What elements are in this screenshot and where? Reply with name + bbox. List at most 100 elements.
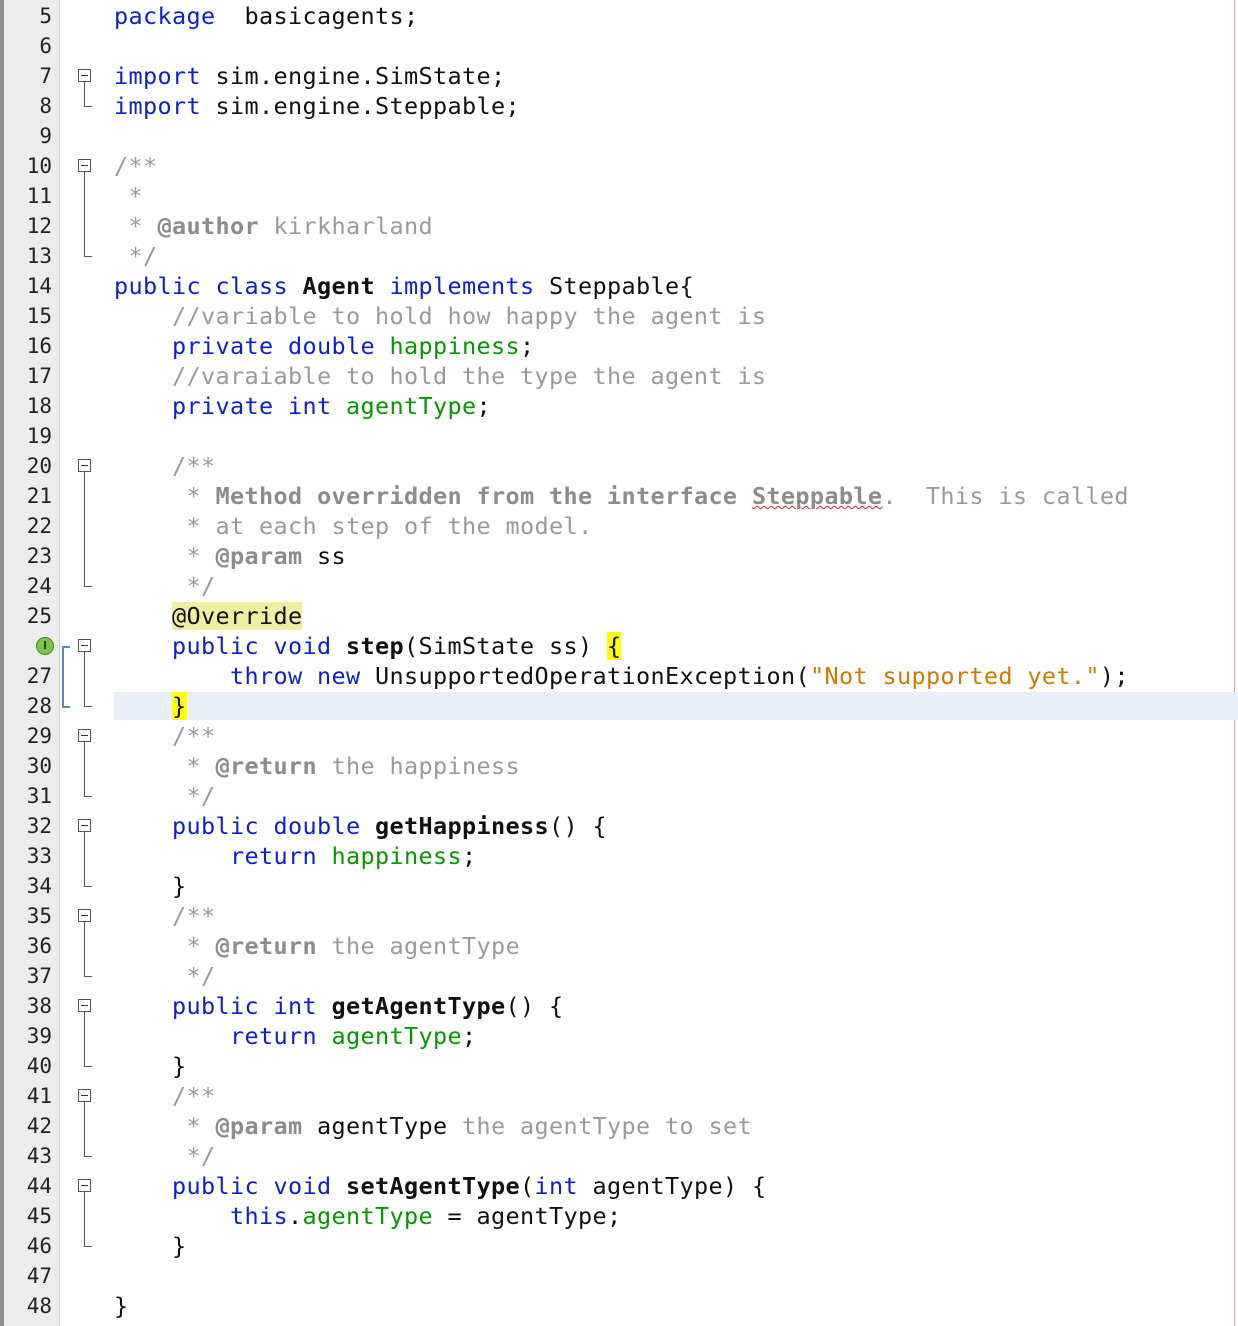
code-line[interactable]: 21 * Method overridden from the interfac… (0, 481, 1238, 511)
code-text[interactable]: public void step(SimState ss) { (114, 631, 622, 661)
code-text[interactable]: //varaiable to hold the type the agent i… (114, 361, 766, 391)
code-line[interactable]: 28 } (0, 691, 1238, 721)
code-text[interactable]: } (114, 1291, 129, 1321)
code-text[interactable]: } (114, 1051, 187, 1081)
code-line[interactable]: 13 */ (0, 241, 1238, 271)
code-text[interactable]: public void setAgentType(int agentType) … (114, 1171, 766, 1201)
code-text[interactable]: } (114, 691, 187, 721)
code-line[interactable]: 9 (0, 121, 1238, 151)
code-line[interactable]: 41 /** (0, 1081, 1238, 1111)
collapse-fold-icon[interactable] (78, 459, 91, 472)
collapse-fold-icon[interactable] (78, 999, 91, 1012)
code-line[interactable]: 35 /** (0, 901, 1238, 931)
code-line[interactable]: 42 * @param agentType the agentType to s… (0, 1111, 1238, 1141)
code-line[interactable]: 22 * at each step of the model. (0, 511, 1238, 541)
code-line[interactable]: 19 (0, 421, 1238, 451)
code-line[interactable]: 12 * @author kirkharland (0, 211, 1238, 241)
code-text[interactable]: * @return the happiness (114, 751, 520, 781)
code-line[interactable]: 40 } (0, 1051, 1238, 1081)
code-line[interactable]: 34 } (0, 871, 1238, 901)
collapse-fold-icon[interactable] (78, 1179, 91, 1192)
collapse-fold-icon[interactable] (78, 729, 91, 742)
code-line[interactable]: 10 /** (0, 151, 1238, 181)
code-line[interactable]: 43 */ (0, 1141, 1238, 1171)
code-text[interactable]: */ (114, 961, 216, 991)
code-text[interactable]: } (114, 871, 187, 901)
code-line[interactable]: 46 } (0, 1231, 1238, 1261)
code-line[interactable]: 36 * @return the agentType (0, 931, 1238, 961)
collapse-fold-icon[interactable] (78, 819, 91, 832)
collapse-fold-icon[interactable] (78, 639, 91, 652)
code-text[interactable]: this.agentType = agentType; (114, 1201, 621, 1231)
code-text[interactable]: public int getAgentType() { (114, 991, 563, 1021)
code-text[interactable]: return agentType; (114, 1021, 476, 1051)
code-text[interactable]: private int agentType; (114, 391, 491, 421)
code-text[interactable]: public class Agent implements Steppable{ (114, 271, 694, 301)
code-line[interactable]: 48} (0, 1291, 1238, 1321)
code-text[interactable]: /** (114, 901, 216, 931)
code-line[interactable]: 47 (0, 1261, 1238, 1291)
code-text[interactable]: */ (114, 241, 158, 271)
code-text[interactable]: package basicagents; (114, 1, 418, 31)
code-text[interactable]: return happiness; (114, 841, 476, 871)
code-line[interactable]: 11 * (0, 181, 1238, 211)
code-line[interactable]: 7 import sim.engine.SimState; (0, 61, 1238, 91)
code-editor[interactable]: 5 package basicagents; 6 7 import sim.engine… (0, 0, 1238, 1326)
code-line[interactable]: 6 (0, 31, 1238, 61)
code-text[interactable]: */ (114, 571, 216, 601)
code-line[interactable]: 14 public class Agent implements Steppabl… (0, 271, 1238, 301)
code-text[interactable]: private double happiness; (114, 331, 534, 361)
code-text[interactable]: import sim.engine.Steppable; (114, 91, 520, 121)
collapse-fold-icon[interactable] (78, 69, 91, 82)
code-text[interactable]: } (114, 1231, 187, 1261)
code-text[interactable]: * @author kirkharland (114, 211, 433, 241)
code-text[interactable]: * @param agentType the agentType to set (114, 1111, 752, 1141)
code-line[interactable]: 31 */ (0, 781, 1238, 811)
code-line[interactable]: 33 return happiness; (0, 841, 1238, 871)
code-line[interactable]: 30 * @return the happiness (0, 751, 1238, 781)
code-line[interactable]: 44 public void setAgentType(int agentTyp… (0, 1171, 1238, 1201)
code-line[interactable]: 45 this.agentType = agentType; (0, 1201, 1238, 1231)
code-text[interactable]: public double getHappiness() { (114, 811, 607, 841)
code-text[interactable]: */ (114, 781, 216, 811)
implements-method-icon[interactable]: I (36, 637, 54, 655)
code-text[interactable]: throw new UnsupportedOperationException(… (114, 661, 1129, 691)
code-line[interactable]: public void step(SimState ss) { (0, 631, 1238, 661)
code-line[interactable]: 38 public int getAgentType() { (0, 991, 1238, 1021)
code-line[interactable]: 29 /** (0, 721, 1238, 751)
code-text[interactable]: * @param ss (114, 541, 346, 571)
code-text[interactable]: */ (114, 1141, 216, 1171)
code-line[interactable]: 23 * @param ss (0, 541, 1238, 571)
collapse-fold-icon[interactable] (78, 909, 91, 922)
collapse-fold-icon[interactable] (78, 159, 91, 172)
code-text[interactable]: //variable to hold how happy the agent i… (114, 301, 766, 331)
code-text[interactable]: * Method overridden from the interface S… (114, 481, 1129, 511)
code-line[interactable]: 8 import sim.engine.Steppable; (0, 91, 1238, 121)
code-text[interactable]: /** (114, 721, 216, 751)
code-text[interactable]: @Override (114, 601, 303, 631)
code-text[interactable]: /** (114, 451, 216, 481)
code-line[interactable]: 37 */ (0, 961, 1238, 991)
code-line[interactable]: 17 //varaiable to hold the type the agen… (0, 361, 1238, 391)
code-line[interactable]: 15 //variable to hold how happy the agen… (0, 301, 1238, 331)
code-text[interactable]: /** (114, 1081, 216, 1111)
code-text[interactable]: * (114, 181, 143, 211)
code-text[interactable]: /** (114, 151, 158, 181)
code-text[interactable]: * @return the agentType (114, 931, 520, 961)
code-line[interactable]: 16 private double happiness; (0, 331, 1238, 361)
code-line[interactable]: 24 */ (0, 571, 1238, 601)
code-line[interactable]: 18 private int agentType; (0, 391, 1238, 421)
collapse-fold-icon[interactable] (78, 1089, 91, 1102)
code-line[interactable]: 20 /** (0, 451, 1238, 481)
code-line[interactable]: 27 throw new UnsupportedOperationExcepti… (0, 661, 1238, 691)
code-text[interactable]: * at each step of the model. (114, 511, 592, 541)
code-line[interactable]: 32 public double getHappiness() { (0, 811, 1238, 841)
code-text[interactable]: import sim.engine.SimState; (114, 61, 505, 91)
fold-guide-line (84, 1012, 85, 1066)
code-line[interactable]: 5 package basicagents; (0, 1, 1238, 31)
code-line[interactable]: 39 return agentType; (0, 1021, 1238, 1051)
line-number: 11 (26, 184, 52, 208)
code-line[interactable]: 25 @Override (0, 601, 1238, 631)
